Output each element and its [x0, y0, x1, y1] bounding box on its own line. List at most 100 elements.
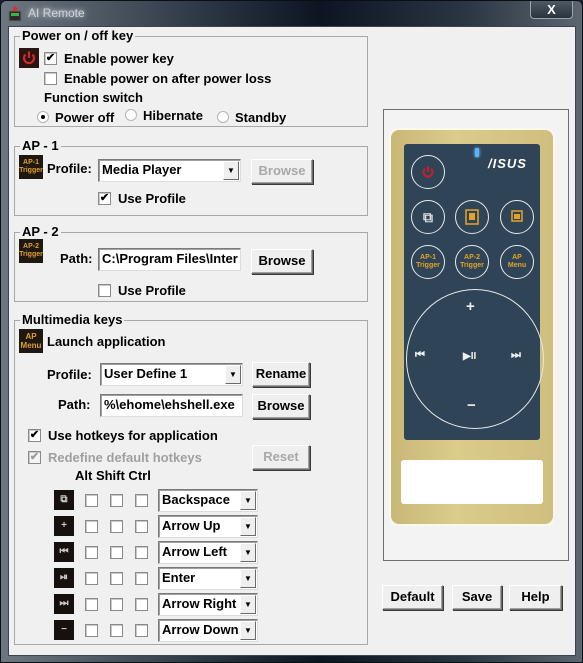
- remote-ap2-line2: Trigger: [460, 262, 484, 269]
- window-title: AI Remote: [28, 6, 85, 20]
- ap2-path-input[interactable]: C:\Program Files\Inter: [98, 248, 241, 271]
- remote-tv-icon: [511, 210, 523, 222]
- launch-application-label: Launch application: [47, 334, 166, 349]
- ap1-icon-line1: AP-1: [23, 159, 39, 166]
- redefine-hotkeys-checkbox[interactable]: ✔: [28, 451, 41, 464]
- hotkey-key-dropdown-arrow[interactable]: ▼: [240, 621, 256, 640]
- ap1-profile-label: Profile:: [47, 161, 92, 176]
- remote-play-pause-button[interactable]: ▶II: [463, 351, 476, 362]
- default-button[interactable]: Default: [382, 585, 443, 610]
- hotkey-ctrl-checkbox[interactable]: [135, 624, 148, 637]
- ap1-group-label: AP - 1: [20, 138, 61, 153]
- ap2-icon-line2: Trigger: [19, 251, 43, 258]
- window-switch-icon: ⧉: [54, 490, 74, 510]
- hotkey-alt-checkbox[interactable]: [85, 598, 98, 611]
- enable-power-on-after-loss-checkbox[interactable]: [44, 72, 57, 85]
- multimedia-browse-button[interactable]: Browse: [252, 394, 310, 419]
- hotkey-shift-checkbox[interactable]: [110, 494, 123, 507]
- hotkey-alt-checkbox[interactable]: [85, 624, 98, 637]
- hotkey-shift-checkbox[interactable]: [110, 520, 123, 533]
- ap2-icon-line1: AP-2: [23, 243, 39, 250]
- enable-power-key-checkbox[interactable]: ✔: [44, 52, 57, 65]
- radio-hibernate[interactable]: [125, 109, 137, 121]
- hotkey-ctrl-checkbox[interactable]: [135, 572, 148, 585]
- hotkey-alt-checkbox[interactable]: [85, 546, 98, 559]
- remote-ap2-trigger-button[interactable]: AP-2 Trigger: [455, 245, 489, 279]
- enable-power-key-label: Enable power key: [64, 51, 174, 66]
- remote-minus-button[interactable]: −: [467, 397, 476, 414]
- ap2-browse-button[interactable]: Browse: [251, 249, 313, 274]
- rename-button[interactable]: Rename: [252, 362, 310, 387]
- hotkey-key-dropdown-arrow[interactable]: ▼: [240, 595, 256, 614]
- remote-window-switch-button[interactable]: ⧉: [411, 200, 445, 234]
- remote-media-button[interactable]: [455, 200, 489, 234]
- remote-plus-button[interactable]: +: [466, 298, 475, 315]
- remote-power-button[interactable]: [411, 155, 445, 189]
- remote-ap2-line1: AP-2: [464, 254, 480, 261]
- use-hotkeys-checkbox[interactable]: ✔: [28, 429, 41, 442]
- ap1-use-profile-checkbox[interactable]: ✔: [98, 192, 111, 205]
- hotkey-row: ⧉ Backspace ▼: [15, 487, 367, 513]
- save-button[interactable]: Save: [452, 585, 502, 610]
- remote-prev-button[interactable]: ⏮: [415, 349, 425, 362]
- remote-ap1-trigger-button[interactable]: AP-1 Trigger: [411, 245, 445, 279]
- remote-ap-menu-button[interactable]: AP Menu: [500, 245, 534, 279]
- ap1-browse-button[interactable]: Browse: [251, 159, 313, 184]
- radio-hibernate-label: Hibernate: [143, 108, 203, 123]
- hotkey-key-select[interactable]: Enter ▼: [158, 567, 258, 590]
- hotkey-shift-checkbox[interactable]: [110, 598, 123, 611]
- hotkey-key-dropdown-arrow[interactable]: ▼: [240, 543, 256, 562]
- hotkey-alt-checkbox[interactable]: [85, 494, 98, 507]
- hotkey-key-select[interactable]: Arrow Left ▼: [158, 541, 258, 564]
- reset-button[interactable]: Reset: [252, 445, 310, 470]
- multimedia-profile-dropdown-arrow[interactable]: ▼: [225, 365, 241, 384]
- close-button[interactable]: X: [530, 1, 573, 19]
- hotkey-ctrl-checkbox[interactable]: [135, 520, 148, 533]
- previous-track-icon: ⏮: [54, 542, 74, 562]
- ap1-profile-dropdown-arrow[interactable]: ▼: [223, 161, 239, 180]
- hotkey-key-select[interactable]: Arrow Right ▼: [158, 593, 258, 616]
- remote-media-icon: [465, 209, 479, 225]
- ap1-profile-select[interactable]: Media Player ▼: [98, 159, 241, 182]
- remote-preview-frame: /ISUS ⧉ AP-1 Trigger AP-2 Trigger AP Men…: [383, 109, 569, 561]
- hotkey-row: ⏯ Enter ▼: [15, 565, 367, 591]
- ap2-use-profile-checkbox[interactable]: [98, 284, 111, 297]
- hotkey-key-select[interactable]: Arrow Up ▼: [158, 515, 258, 538]
- hotkey-row: ⏮ Arrow Left ▼: [15, 539, 367, 565]
- hotkey-ctrl-checkbox[interactable]: [135, 598, 148, 611]
- remote-image: /ISUS ⧉ AP-1 Trigger AP-2 Trigger AP Men…: [391, 130, 553, 524]
- ap1-icon-line2: Trigger: [19, 167, 43, 174]
- remote-led: [475, 148, 479, 157]
- hotkey-key-value: Backspace: [162, 492, 230, 507]
- radio-standby[interactable]: [217, 111, 229, 123]
- ap-menu-icon: AP Menu: [19, 329, 43, 353]
- help-button[interactable]: Help: [509, 585, 562, 610]
- remote-next-button[interactable]: ⏭: [511, 349, 521, 362]
- hotkey-shift-checkbox[interactable]: [110, 572, 123, 585]
- title-bar[interactable]: AI Remote X: [1, 1, 582, 26]
- hotkey-ctrl-checkbox[interactable]: [135, 494, 148, 507]
- hotkey-shift-checkbox[interactable]: [110, 546, 123, 559]
- hotkey-shift-checkbox[interactable]: [110, 624, 123, 637]
- hotkey-key-dropdown-arrow[interactable]: ▼: [240, 569, 256, 588]
- ap1-trigger-icon: AP-1 Trigger: [19, 155, 43, 179]
- ap1-profile-value: Media Player: [102, 162, 182, 177]
- power-group-label: Power on / off key: [20, 28, 136, 43]
- hotkey-key-dropdown-arrow[interactable]: ▼: [240, 491, 256, 510]
- hotkey-key-dropdown-arrow[interactable]: ▼: [240, 517, 256, 536]
- hotkey-ctrl-checkbox[interactable]: [135, 546, 148, 559]
- hotkey-key-select[interactable]: Backspace ▼: [158, 489, 258, 512]
- multimedia-profile-label: Profile:: [47, 367, 92, 382]
- remote-display-panel: [401, 460, 543, 504]
- radio-power-off[interactable]: [37, 111, 49, 123]
- hotkey-key-value: Arrow Up: [162, 518, 221, 533]
- multimedia-path-input[interactable]: %\ehome\ehshell.exe: [100, 394, 243, 417]
- remote-tv-button[interactable]: [500, 200, 534, 234]
- hotkey-alt-checkbox[interactable]: [85, 572, 98, 585]
- next-track-icon: ⏭: [54, 594, 74, 614]
- multimedia-profile-select[interactable]: User Define 1 ▼: [100, 363, 243, 386]
- hotkey-list: ⧉ Backspace ▼ + Arrow Up ▼ ⏮ Arrow Left …: [15, 487, 367, 643]
- remote-ap1-line1: AP-1: [420, 254, 436, 261]
- hotkey-key-select[interactable]: Arrow Down ▼: [158, 619, 258, 642]
- hotkey-alt-checkbox[interactable]: [85, 520, 98, 533]
